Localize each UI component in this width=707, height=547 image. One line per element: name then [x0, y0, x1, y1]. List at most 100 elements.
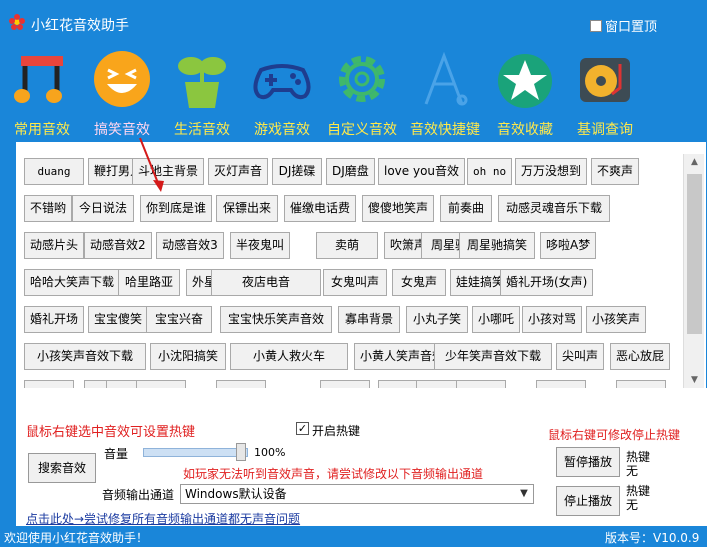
ribbon-life-sounds[interactable]: 生活音效: [165, 46, 239, 138]
red-flower-icon: [9, 14, 25, 30]
sound-button[interactable]: 前奏曲: [440, 195, 492, 222]
sound-button-partial[interactable]: [216, 380, 266, 388]
hotkey-none: 无: [626, 464, 639, 478]
sound-button[interactable]: 小孩对骂: [522, 306, 583, 333]
sound-button[interactable]: 婚礼开场(女声): [500, 269, 594, 296]
volume-value: 100%: [254, 446, 286, 459]
sound-button-partial[interactable]: [24, 380, 74, 388]
sound-button[interactable]: 少年笑声音效下载: [434, 343, 552, 370]
sound-button[interactable]: 女鬼叫声: [323, 269, 387, 296]
sound-button-partial[interactable]: [136, 380, 186, 388]
scroll-down-icon[interactable]: ▼: [684, 372, 705, 388]
pause-button[interactable]: 暂停播放: [556, 447, 620, 477]
ribbon-label: 生活音效: [174, 122, 230, 138]
topmost-checkbox[interactable]: 窗口置顶: [590, 16, 657, 35]
sound-button[interactable]: 哈里路亚: [118, 269, 180, 296]
hotkey-hint: 鼠标右键选中音效可设置热键: [26, 425, 196, 440]
sound-button[interactable]: 保镖出来: [216, 195, 278, 222]
volume-slider-thumb[interactable]: [236, 443, 246, 461]
sound-button[interactable]: DJ搓碟: [272, 158, 322, 185]
sound-button[interactable]: 寡串背景: [338, 306, 400, 333]
window-title: 小红花音效助手: [31, 18, 129, 34]
scroll-up-icon[interactable]: ▲: [684, 154, 705, 170]
sound-button[interactable]: 不爽声: [591, 158, 640, 185]
sound-button[interactable]: 婚礼开场: [24, 306, 85, 333]
sound-button[interactable]: love you音效: [378, 158, 466, 185]
sound-button[interactable]: duang: [24, 158, 84, 185]
version-text: 版本号：V10.0.9: [605, 531, 700, 545]
gear-icon: [339, 56, 385, 102]
sound-button[interactable]: 小孩笑声音效下载: [24, 343, 146, 370]
sound-button[interactable]: 夜店电音: [211, 269, 321, 296]
sound-button[interactable]: 今日说法: [72, 195, 134, 222]
sound-button[interactable]: 动感音效2: [84, 232, 152, 259]
sound-button[interactable]: 动感音效3: [156, 232, 224, 259]
volume-slider[interactable]: [143, 448, 248, 457]
sound-button[interactable]: 尖叫声: [556, 343, 605, 370]
sound-button[interactable]: 哈哈大笑声下载: [24, 269, 121, 296]
sound-button[interactable]: 傻傻地笑声: [362, 195, 435, 222]
sound-list-scrollbar[interactable]: ▲ ▼: [683, 154, 704, 388]
volume-label: 音量: [104, 447, 129, 461]
sound-button[interactable]: 女鬼声: [392, 269, 446, 296]
stop-button[interactable]: 停止播放: [556, 486, 620, 516]
sound-button[interactable]: 宝宝傻笑: [88, 306, 149, 333]
sound-button-partial[interactable]: [536, 380, 586, 388]
sound-button[interactable]: 半夜鬼叫: [230, 232, 291, 259]
ribbon-custom-sounds[interactable]: 自定义音效: [325, 46, 399, 138]
sound-button[interactable]: 卖萌: [316, 232, 378, 259]
ribbon-label: 基调查询: [577, 122, 633, 138]
sound-button[interactable]: 万万没想到: [515, 158, 588, 185]
ribbon-game-sounds[interactable]: 游戏音效: [245, 46, 319, 138]
sound-button[interactable]: 恶心放屁: [610, 343, 671, 370]
sound-button[interactable]: 小孩笑声: [586, 306, 647, 333]
output-channel-value: Windows默认设备: [185, 487, 287, 501]
topmost-checkbox-box[interactable]: [590, 19, 602, 32]
sound-button[interactable]: 催缴电话费: [284, 195, 357, 222]
sound-button[interactable]: 灭灯声音: [208, 158, 269, 185]
sound-button[interactable]: 哆啦A梦: [540, 232, 597, 259]
sound-button[interactable]: 宝宝兴奋: [146, 306, 212, 333]
title-bar: 小红花音效助手 窗口置顶: [0, 0, 707, 40]
output-warning: 如玩家无法听到音效声音，请尝试修改以下音频输出通道: [183, 467, 484, 481]
music-note-icon: [14, 56, 63, 103]
sound-button[interactable]: 动感灵魂音乐下载: [498, 195, 610, 222]
sound-button[interactable]: 动感片头: [24, 232, 85, 259]
sound-button-partial[interactable]: [320, 380, 370, 388]
stop-hotkey-hint: 鼠标右键可修改停止热键: [548, 428, 681, 442]
sound-button[interactable]: 周星驰搞笑: [459, 232, 535, 259]
sound-button[interactable]: 小丸子笑: [406, 306, 468, 333]
sound-button-partial[interactable]: [616, 380, 666, 388]
status-bar: 欢迎使用小红花音效助手！ 版本号：V10.0.9: [0, 526, 707, 547]
chevron-down-icon[interactable]: ▼: [515, 485, 533, 503]
ribbon-favorites[interactable]: 音效收藏: [488, 46, 562, 138]
ribbon-label: 自定义音效: [327, 122, 397, 138]
star-icon: [498, 54, 552, 108]
pause-hotkey-info: 热键 无: [626, 450, 650, 478]
ribbon-funny-sounds[interactable]: 搞笑音效: [85, 46, 159, 138]
hotkey-none: 无: [626, 498, 639, 512]
sound-button[interactable]: 小黄人救火车: [230, 343, 348, 370]
sound-button[interactable]: oh no: [467, 158, 513, 185]
welcome-text: 欢迎使用小红花音效助手！: [4, 531, 149, 545]
ribbon-common-sounds[interactable]: 常用音效: [5, 46, 79, 138]
enable-hotkey-label: 开启热键: [312, 424, 361, 438]
ribbon-label: 音效收藏: [497, 122, 553, 138]
laughing-face-icon: [94, 51, 150, 107]
sound-button[interactable]: 小沈阳搞笑: [150, 343, 226, 370]
sound-button[interactable]: 小哪吒: [472, 306, 521, 333]
scroll-thumb[interactable]: [687, 174, 702, 334]
sound-button[interactable]: 你到底是谁: [140, 195, 213, 222]
sound-button[interactable]: 斗地主背景: [132, 158, 205, 185]
sound-button-partial[interactable]: [456, 380, 506, 388]
search-sounds-button[interactable]: 搜索音效: [28, 453, 96, 483]
sound-button[interactable]: 不错哟: [24, 195, 73, 222]
output-channel-select[interactable]: Windows默认设备 ▼: [180, 484, 534, 504]
ribbon-label: 游戏音效: [254, 122, 310, 138]
enable-hotkey-checkbox[interactable]: ✓: [296, 422, 309, 435]
ribbon-key-query[interactable]: 基调查询: [568, 46, 642, 138]
sound-button[interactable]: 宝宝快乐笑声音效: [220, 306, 332, 333]
sound-button[interactable]: DJ磨盘: [326, 158, 375, 185]
ribbon-hotkeys[interactable]: 音效快捷键: [408, 46, 482, 138]
repair-audio-link[interactable]: 点击此处→尝试修复所有音频输出通道都无声音问题: [26, 510, 300, 527]
